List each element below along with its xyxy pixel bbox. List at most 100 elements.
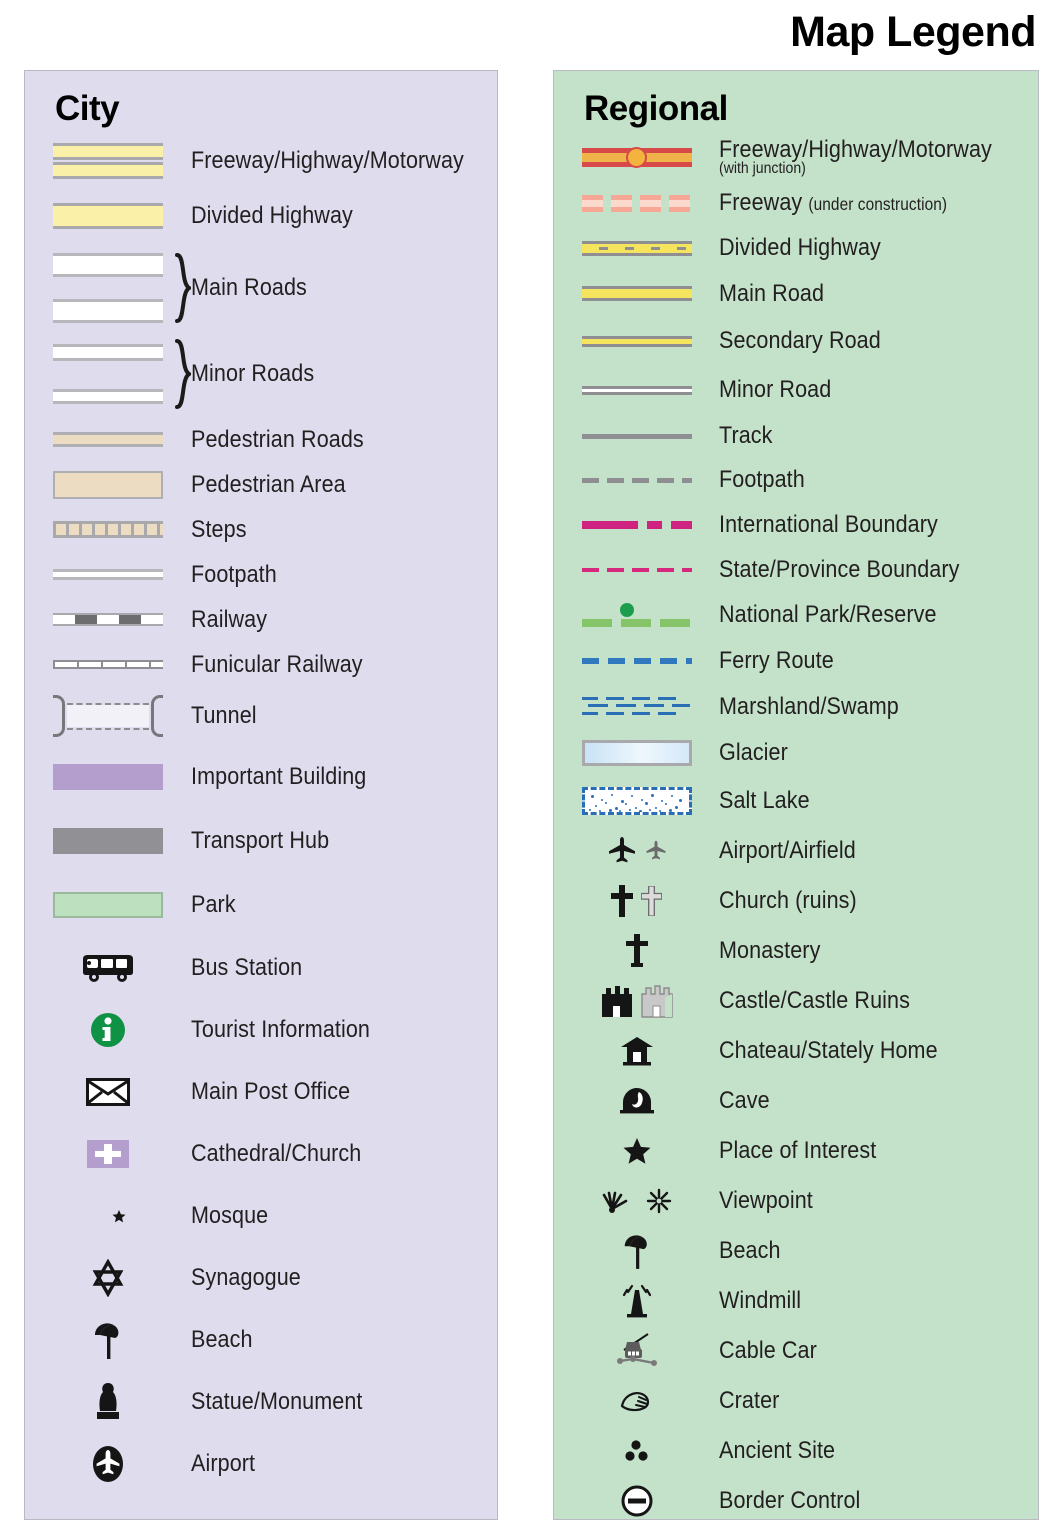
city-park-swatch (25, 892, 191, 918)
legend-label-group: Freeway (under construction) (719, 189, 947, 217)
national-park-line (554, 602, 719, 627)
statue-icon (25, 1381, 191, 1423)
legend-label: Airport/Airfield (719, 837, 856, 864)
legend-row-city-cathedral: Cathedral/Church (25, 1123, 497, 1185)
bus-icon (25, 953, 191, 983)
legend-row-reg-windmill: Windmill (554, 1276, 1038, 1326)
chateau-icon (554, 1036, 719, 1066)
ferry-route-line (554, 657, 719, 664)
city-steps-swatch (25, 521, 191, 538)
cable-car-icon (554, 1332, 719, 1370)
airplane-icon (554, 836, 719, 866)
regional-track-line (554, 433, 719, 439)
legend-label: Beach (719, 1237, 781, 1264)
legend-sublabel: (with junction) (719, 160, 806, 177)
legend-row-city-main-roads: Main Roads (25, 245, 497, 331)
legend-label: Tunnel (191, 702, 257, 729)
legend-row-reg-international-boundary: International Boundary (554, 502, 1038, 547)
legend-label: National Park/Reserve (719, 600, 937, 628)
legend-row-city-funicular: Funicular Railway (25, 642, 497, 687)
legend-row-reg-salt-lake: Salt Lake (554, 776, 1038, 826)
legend-label: Railway (191, 605, 268, 633)
legend-row-reg-ancient-site: Ancient Site (554, 1426, 1038, 1476)
brace-icon (175, 339, 193, 409)
glacier-swatch (554, 740, 719, 766)
legend-label: Church (ruins) (719, 887, 857, 914)
legend-label: Ancient Site (719, 1437, 836, 1464)
legend-label: Important Building (191, 763, 367, 790)
legend-row-city-post-office: Main Post Office (25, 1061, 497, 1123)
legend-row-reg-chateau: Chateau/Stately Home (554, 1026, 1038, 1076)
legend-row-reg-track: Track (554, 414, 1038, 458)
city-funicular-railway-swatch (25, 660, 191, 669)
legend-label: Divided Highway (191, 202, 353, 229)
legend-label: Glacier (719, 739, 788, 766)
legend-label: Statue/Monument (191, 1388, 363, 1415)
beach-umbrella-icon (554, 1231, 719, 1271)
city-divided-highway-swatch (25, 203, 191, 229)
legend-row-city-airport: Airport (25, 1433, 497, 1495)
information-icon (25, 1011, 191, 1049)
legend-row-city-beach: Beach (25, 1309, 497, 1371)
legend-row-city-steps: Steps (25, 507, 497, 552)
legend-row-reg-glacier: Glacier (554, 730, 1038, 776)
legend-row-city-pedestrian-area: Pedestrian Area (25, 462, 497, 507)
legend-label: Freeway/Highway/Motorway (191, 147, 464, 174)
legend-label: Funicular Railway (191, 650, 363, 678)
legend-row-reg-airport: Airport/Airfield (554, 826, 1038, 876)
viewpoint-icon (554, 1187, 719, 1215)
legend-label: Marshland/Swamp (719, 693, 899, 720)
legend-row-reg-minor-road: Minor Road (554, 366, 1038, 414)
legend-row-reg-cave: Cave (554, 1076, 1038, 1126)
legend-label: Border Control (719, 1487, 861, 1514)
legend-label: Crater (719, 1387, 780, 1414)
legend-row-reg-divided-highway: Divided Highway (554, 225, 1038, 271)
city-legend-list: Freeway/Highway/Motorway Divided Highway… (25, 135, 497, 1495)
regional-footpath-line (554, 477, 719, 483)
legend-row-reg-place-of-interest: Place of Interest (554, 1126, 1038, 1176)
city-footpath-swatch (25, 569, 191, 580)
city-minor-roads-swatch (25, 344, 191, 404)
legend-row-reg-national-park: National Park/Reserve (554, 592, 1038, 637)
legend-row-city-tunnel: Tunnel (25, 687, 497, 745)
beach-umbrella-icon (25, 1319, 191, 1361)
state-boundary-line (554, 567, 719, 572)
regional-freeway-construction-line (554, 194, 719, 212)
legend-row-city-transport-hub: Transport Hub (25, 809, 497, 873)
city-freeway-swatch (25, 143, 191, 179)
legend-label: Transport Hub (191, 827, 330, 854)
legend-label: International Boundary (719, 510, 938, 538)
legend-label: Minor Roads (191, 360, 315, 387)
city-transport-hub-swatch (25, 828, 191, 854)
legend-row-city-pedestrian-roads: Pedestrian Roads (25, 417, 497, 462)
city-pedestrian-road-swatch (25, 432, 191, 447)
star-icon (554, 1136, 719, 1166)
legend-label: Tourist Information (191, 1016, 371, 1043)
city-main-roads-swatch (25, 253, 191, 323)
regional-panel-heading: Regional (584, 89, 728, 128)
legend-label: Salt Lake (719, 787, 810, 814)
crater-icon (554, 1388, 719, 1414)
legend-label: Track (719, 422, 773, 449)
legend-row-reg-main-road: Main Road (554, 271, 1038, 316)
legend-label: Beach (191, 1326, 253, 1353)
envelope-icon (25, 1078, 191, 1106)
border-control-icon (554, 1484, 719, 1518)
windmill-icon (554, 1283, 719, 1319)
legend-label: Main Post Office (191, 1078, 351, 1105)
city-panel-heading: City (55, 89, 120, 128)
city-important-building-swatch (25, 764, 191, 790)
regional-main-road-line (554, 286, 719, 301)
legend-row-reg-cable-car: Cable Car (554, 1326, 1038, 1376)
castle-icon (554, 984, 719, 1018)
legend-label: Main Roads (191, 274, 307, 301)
monastery-cross-icon (554, 934, 719, 968)
regional-divided-highway-line (554, 240, 719, 256)
legend-row-city-footpath: Footpath (25, 552, 497, 597)
page-title: Map Legend (790, 8, 1036, 56)
regional-freeway-line (554, 146, 719, 168)
legend-row-reg-border-control: Border Control (554, 1476, 1038, 1526)
legend-label-suffix: (under construction) (808, 194, 948, 214)
legend-row-reg-church: Church (ruins) (554, 876, 1038, 926)
airport-icon (25, 1444, 191, 1484)
